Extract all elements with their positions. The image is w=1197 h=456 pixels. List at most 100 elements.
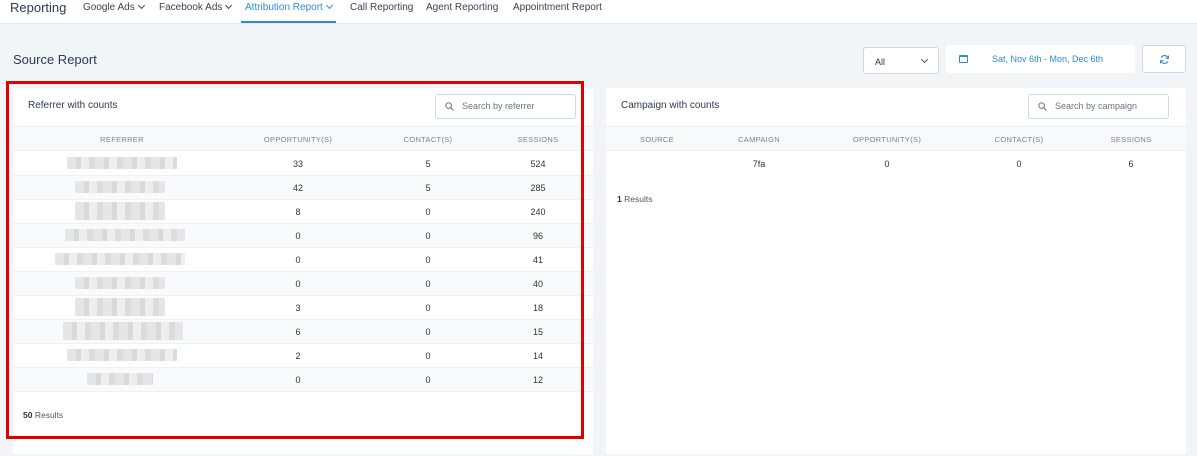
referrer-results-number: 50: [23, 410, 33, 420]
campaign-results-number: 1: [617, 194, 622, 204]
chevron-down-icon: [325, 1, 333, 10]
campaign-search[interactable]: [1028, 94, 1169, 119]
refresh-button[interactable]: [1142, 45, 1186, 73]
cell-contacts: 0: [425, 231, 431, 241]
nav-attribution-report-label: Attribution Report: [245, 2, 323, 13]
campaign-results-count: 1 Results: [617, 194, 652, 204]
nav-facebook-ads[interactable]: Facebook Ads: [159, 1, 233, 14]
nav-appointment-report[interactable]: Appointment Report: [513, 2, 602, 14]
refresh-icon: [1159, 55, 1170, 64]
table-row: 2 0 14: [13, 344, 593, 368]
chevron-down-icon: [920, 55, 929, 64]
campaign-results-label: Results: [624, 194, 653, 204]
cell-sessions: 524: [530, 159, 546, 169]
referrer-results-label: Results: [34, 410, 64, 420]
date-range-text: Sat, Nov 6th - Mon, Dec 6th: [992, 54, 1104, 64]
referrer-card: Referrer with counts REFERRER OPPORTUNIT…: [13, 88, 593, 454]
cell-contacts: 0: [1016, 159, 1022, 169]
cell-contacts: 0: [425, 303, 431, 313]
referrer-search[interactable]: [435, 94, 576, 119]
cell-sessions: 18: [532, 303, 544, 313]
cell-contacts: 0: [425, 327, 431, 337]
table-row: 8 0 240: [13, 200, 593, 224]
cell-opportunities: 0: [295, 279, 301, 289]
cell-opportunities: 3: [295, 303, 301, 313]
column-header-source[interactable]: SOURCE: [640, 135, 674, 144]
column-header-contacts[interactable]: CONTACT(S): [404, 135, 453, 144]
date-range-picker[interactable]: Sat, Nov 6th - Mon, Dec 6th: [946, 45, 1135, 73]
column-header-sessions[interactable]: SESSIONS: [518, 135, 559, 144]
column-header-opportunities[interactable]: OPPORTUNITY(S): [264, 135, 332, 144]
campaign-card: Campaign with counts SOURCE CAMPAIGN OPP…: [606, 88, 1186, 454]
referrer-table-header: REFERRER OPPORTUNITY(S) CONTACT(S) SESSI…: [13, 126, 593, 151]
cell-opportunities: 0: [884, 159, 890, 169]
table-row: 33 5 524: [13, 152, 593, 176]
cell-sessions: 15: [532, 327, 544, 337]
campaign-card-title: Campaign with counts: [621, 100, 720, 111]
reporting-brand: Reporting: [10, 0, 67, 15]
nav-google-ads[interactable]: Google Ads: [83, 1, 145, 14]
cell-contacts: 0: [425, 375, 431, 385]
redacted-referrer: [65, 229, 185, 241]
column-header-sessions[interactable]: SESSIONS: [1111, 135, 1152, 144]
table-row: 6 0 15: [13, 320, 593, 344]
referrer-search-input[interactable]: [462, 101, 572, 111]
cell-contacts: 0: [425, 279, 431, 289]
cell-opportunities: 0: [295, 231, 301, 241]
column-header-contacts[interactable]: CONTACT(S): [995, 135, 1044, 144]
redacted-referrer: [87, 373, 153, 385]
campaign-search-input[interactable]: [1055, 101, 1165, 111]
cell-opportunities: 33: [292, 159, 304, 169]
cell-sessions: 6: [1128, 159, 1134, 169]
cell-sessions: 96: [532, 231, 544, 241]
cell-contacts: 0: [425, 255, 431, 265]
table-row: 3 0 18: [13, 296, 593, 320]
nav-attribution-report[interactable]: Attribution Report: [241, 1, 336, 23]
cell-contacts: 5: [425, 159, 431, 169]
cell-contacts: 0: [425, 351, 431, 361]
table-row: 0 0 40: [13, 272, 593, 296]
nav-call-reporting-label: Call Reporting: [350, 2, 414, 13]
nav-google-ads-label: Google Ads: [83, 2, 135, 13]
nav-facebook-ads-label: Facebook Ads: [159, 2, 223, 13]
cell-opportunities: 0: [295, 255, 301, 265]
nav-agent-reporting-label: Agent Reporting: [426, 2, 499, 13]
redacted-referrer: [67, 349, 177, 361]
redacted-referrer: [63, 322, 183, 340]
calendar-icon: [959, 55, 968, 63]
nav-appointment-report-label: Appointment Report: [513, 2, 602, 13]
redacted-referrer: [75, 202, 165, 220]
redacted-referrer: [75, 298, 165, 316]
table-row: 0 0 12: [13, 368, 593, 392]
column-header-opportunities[interactable]: OPPORTUNITY(S): [853, 135, 921, 144]
cell-contacts: 0: [425, 207, 431, 217]
referrer-card-title: Referrer with counts: [28, 100, 118, 111]
redacted-referrer: [75, 181, 165, 193]
chevron-down-icon: [137, 1, 145, 10]
cell-sessions: 14: [532, 351, 544, 361]
cell-sessions: 41: [532, 255, 544, 265]
search-icon: [445, 102, 454, 111]
nav-call-reporting[interactable]: Call Reporting: [350, 2, 413, 14]
top-nav: Reporting Google Ads Facebook Ads Attrib…: [0, 0, 1197, 24]
redacted-referrer: [67, 157, 177, 169]
nav-agent-reporting[interactable]: Agent Reporting: [426, 2, 498, 14]
table-row: 42 5 285: [13, 176, 593, 200]
cell-sessions: 12: [532, 375, 544, 385]
campaign-table-header: SOURCE CAMPAIGN OPPORTUNITY(S) CONTACT(S…: [606, 126, 1186, 151]
cell-sessions: 240: [530, 207, 546, 217]
cell-sessions: 40: [532, 279, 544, 289]
table-row: 0 0 41: [13, 248, 593, 272]
cell-contacts: 5: [425, 183, 431, 193]
page-title: Source Report: [13, 52, 97, 67]
cell-opportunities: 42: [292, 183, 304, 193]
filter-select[interactable]: All: [863, 47, 939, 74]
column-header-referrer[interactable]: REFERRER: [100, 135, 144, 144]
column-header-campaign[interactable]: CAMPAIGN: [738, 135, 780, 144]
cell-opportunities: 8: [295, 207, 301, 217]
cell-opportunities: 6: [295, 327, 301, 337]
cell-campaign: 7fa: [752, 159, 766, 169]
table-row: 0 0 96: [13, 224, 593, 248]
redacted-referrer: [55, 253, 185, 265]
table-row: 7fa 0 0 6: [606, 152, 1186, 176]
